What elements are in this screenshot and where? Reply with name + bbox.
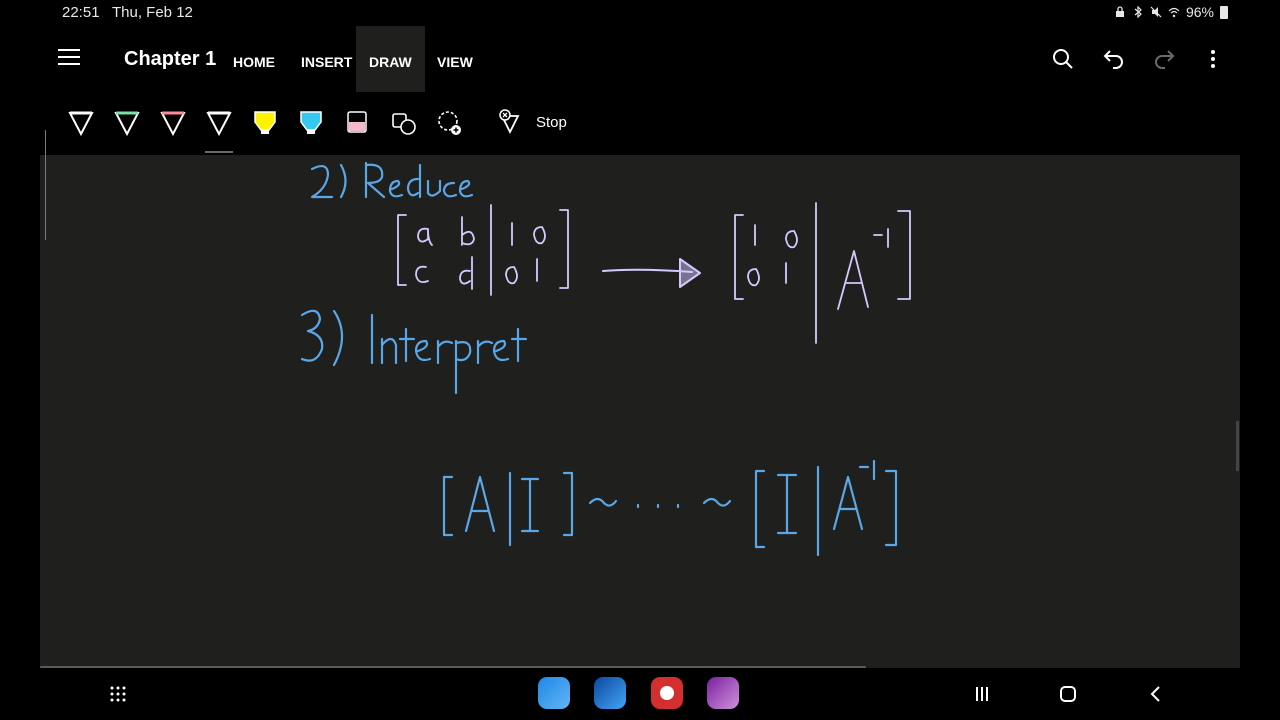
side-panel-handle[interactable] <box>40 130 46 240</box>
highlighter-cyan-icon[interactable] <box>297 108 325 138</box>
stop-button[interactable]: Stop <box>536 114 567 131</box>
battery-percent: 96% <box>1185 4 1214 20</box>
drawing-canvas[interactable] <box>40 155 1240 668</box>
home-icon[interactable] <box>1060 686 1076 702</box>
sequence-ink <box>442 459 898 557</box>
battery-icon <box>1220 5 1228 19</box>
arrow-ink <box>602 258 701 288</box>
dock-app-onenote-icon[interactable] <box>707 677 739 709</box>
more-options-icon[interactable] <box>1200 46 1226 72</box>
undo-icon[interactable] <box>1101 46 1127 72</box>
recent-apps-icon[interactable] <box>974 686 990 702</box>
back-icon[interactable] <box>1148 685 1162 703</box>
tab-insert[interactable]: INSERT <box>288 26 365 92</box>
draw-toolbar: Stop <box>40 92 1240 155</box>
redo-icon[interactable] <box>1151 46 1177 72</box>
app-header: Chapter 1 HOME INSERT DRAW VIEW <box>40 26 1240 92</box>
stop-drawing-icon[interactable] <box>496 108 524 138</box>
wifi-icon <box>1168 7 1180 18</box>
lock-icon <box>1115 6 1124 17</box>
pen-white-icon[interactable] <box>67 108 95 138</box>
highlighter-yellow-icon[interactable] <box>251 108 279 138</box>
system-navbar <box>0 668 1280 720</box>
shapes-icon[interactable] <box>390 108 418 138</box>
mute-icon <box>1150 6 1162 18</box>
pen-green-icon[interactable] <box>113 108 141 138</box>
page-title: Chapter 1 <box>124 48 217 70</box>
menu-icon[interactable] <box>58 49 80 67</box>
vertical-scrollbar[interactable] <box>1236 421 1239 471</box>
matrix-right-ink <box>734 202 911 344</box>
notebook-app: Chapter 1 HOME INSERT DRAW VIEW Stop <box>40 26 1240 668</box>
highlighter-pink-icon[interactable] <box>343 108 371 138</box>
tab-draw[interactable]: DRAW <box>356 26 425 92</box>
bluetooth-icon <box>1134 6 1142 18</box>
status-date: Thu, Feb 12 <box>112 4 193 21</box>
pen-pink-icon[interactable] <box>159 108 187 138</box>
status-icons: 96% <box>1114 4 1228 20</box>
ink-layer <box>300 161 911 557</box>
search-icon[interactable] <box>1050 46 1076 72</box>
tab-home[interactable]: HOME <box>220 26 288 92</box>
lasso-add-icon[interactable] <box>436 108 464 138</box>
status-bar: 22:51 Thu, Feb 12 96% <box>0 0 1280 26</box>
dock-app-canvas-icon[interactable] <box>651 677 683 709</box>
dock-app-files-icon[interactable] <box>538 677 570 709</box>
step-2-reduce-ink <box>310 161 474 199</box>
app-drawer-icon[interactable] <box>110 686 126 702</box>
pen-selected-icon[interactable] <box>205 108 233 138</box>
dock-app-outlook-icon[interactable] <box>594 677 626 709</box>
step-3-interpret-ink <box>300 309 528 395</box>
matrix-left-ink <box>397 204 569 296</box>
tab-view[interactable]: VIEW <box>424 26 486 92</box>
status-time: 22:51 <box>62 4 100 21</box>
selected-pen-indicator <box>205 151 233 153</box>
